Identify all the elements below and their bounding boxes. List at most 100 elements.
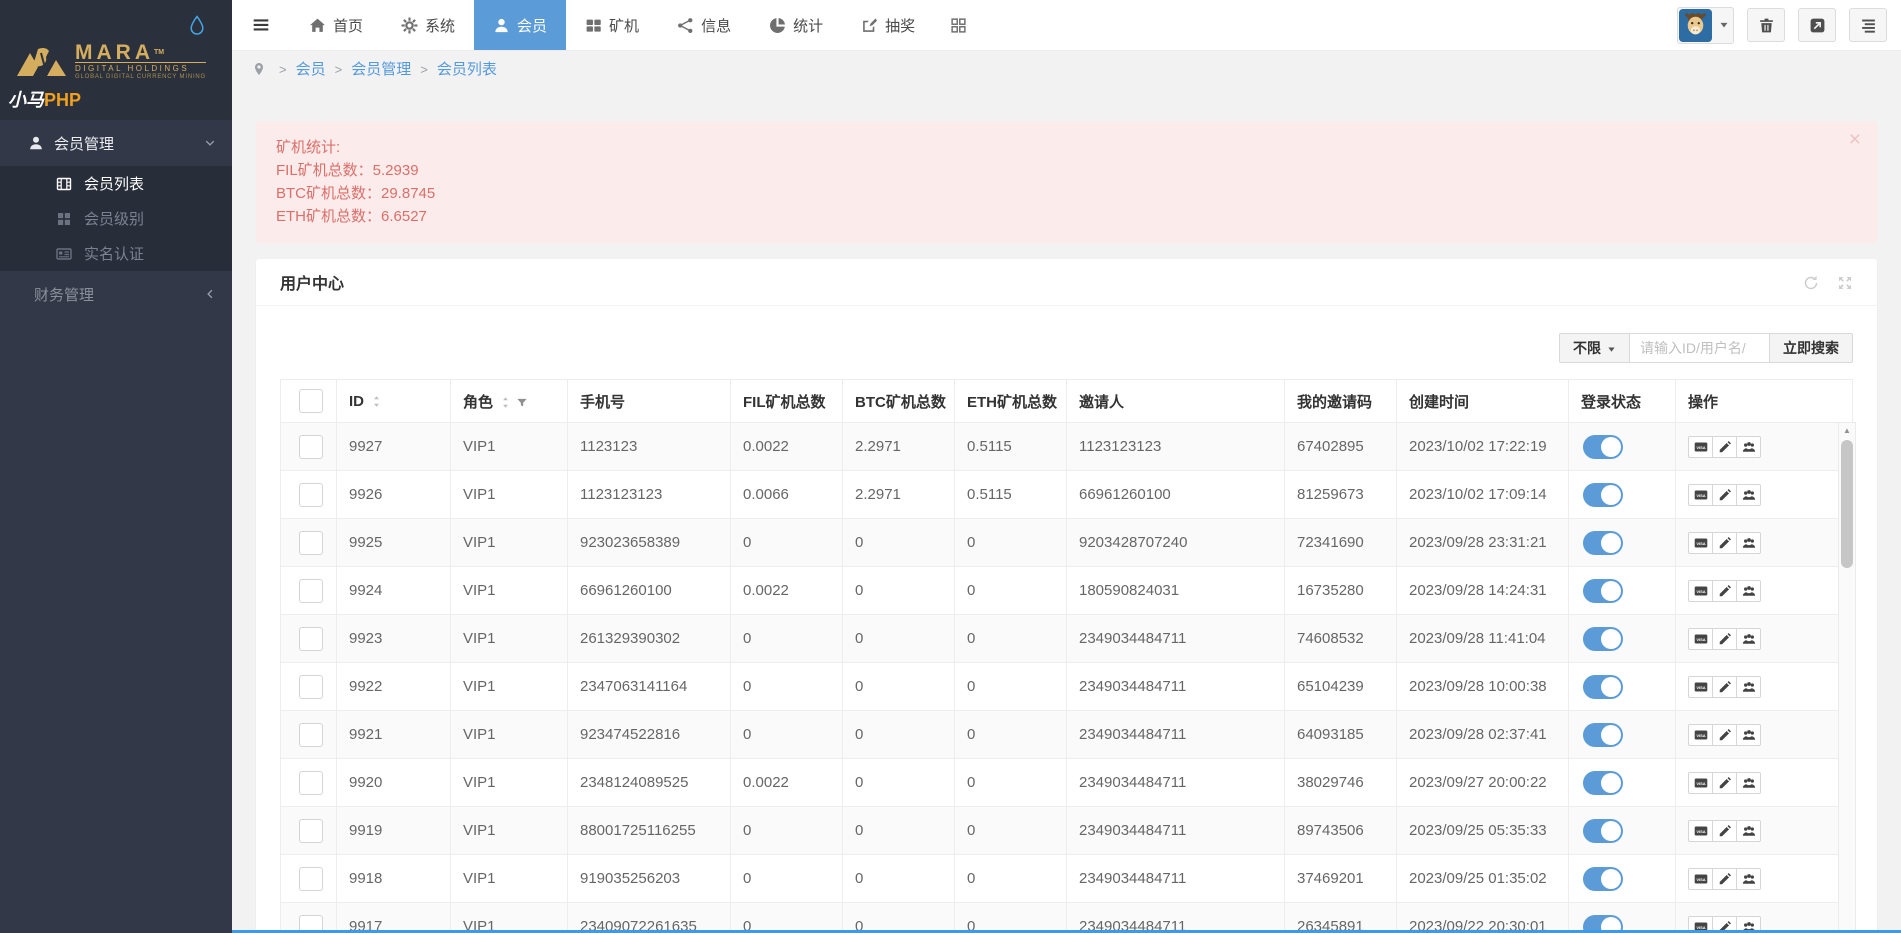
row-checkbox[interactable] <box>299 483 323 507</box>
login-status-toggle[interactable] <box>1583 531 1623 555</box>
team-action-button[interactable] <box>1736 484 1761 506</box>
sidebar-item-finance-management[interactable]: 财务管理 <box>0 271 232 317</box>
edit-action-button[interactable] <box>1712 436 1737 458</box>
grid-icon <box>56 211 72 227</box>
team-action-button[interactable] <box>1736 580 1761 602</box>
team-action-button[interactable] <box>1736 676 1761 698</box>
topbar-item-home[interactable]: 首页 <box>290 0 382 50</box>
export-button[interactable] <box>1798 8 1836 42</box>
cell-inviter: 2349034484711 <box>1067 711 1285 759</box>
fullscreen-icon[interactable] <box>1837 273 1853 290</box>
refresh-icon[interactable] <box>1803 273 1819 290</box>
card-action-button[interactable]: VISA <box>1688 484 1713 506</box>
filter-icon[interactable] <box>516 397 528 409</box>
user-avatar-menu[interactable] <box>1677 7 1734 44</box>
card-action-button[interactable]: VISA <box>1688 772 1713 794</box>
edit-action-button[interactable] <box>1712 484 1737 506</box>
sort-icon[interactable] <box>370 395 383 408</box>
breadcrumb-link[interactable]: 会员列表 <box>437 61 497 78</box>
sidebar-item-member-list[interactable]: 会员列表 <box>0 166 232 201</box>
team-action-button[interactable] <box>1736 724 1761 746</box>
row-checkbox[interactable] <box>299 531 323 555</box>
card-action-button[interactable]: VISA <box>1688 532 1713 554</box>
vertical-scrollbar[interactable]: ▲ <box>1838 422 1856 933</box>
row-checkbox[interactable] <box>299 723 323 747</box>
topbar-item-apps[interactable] <box>934 0 983 50</box>
edit-action-button[interactable] <box>1712 724 1737 746</box>
filter-dropdown[interactable]: 不限 <box>1559 333 1630 363</box>
card-action-button[interactable]: VISA <box>1688 580 1713 602</box>
row-checkbox[interactable] <box>299 771 323 795</box>
login-status-toggle[interactable] <box>1583 723 1623 747</box>
card-action-button[interactable]: VISA <box>1688 820 1713 842</box>
edit-action-button[interactable] <box>1712 772 1737 794</box>
team-action-button[interactable] <box>1736 532 1761 554</box>
team-action-button[interactable] <box>1736 772 1761 794</box>
team-action-button[interactable] <box>1736 868 1761 890</box>
list-button[interactable] <box>1849 8 1887 42</box>
row-checkbox[interactable] <box>299 867 323 891</box>
login-status-toggle[interactable] <box>1583 771 1623 795</box>
card-action-button[interactable]: VISA <box>1688 676 1713 698</box>
cell-fil: 0 <box>731 855 843 903</box>
edit-action-button[interactable] <box>1712 868 1737 890</box>
scroll-up-arrow[interactable]: ▲ <box>1839 423 1855 438</box>
row-checkbox[interactable] <box>299 435 323 459</box>
breadcrumb-link[interactable]: 会员 <box>296 61 326 78</box>
edit-action-button[interactable] <box>1712 628 1737 650</box>
row-checkbox[interactable] <box>299 819 323 843</box>
table-header-row: ID角色手机号FIL矿机总数BTC矿机总数ETH矿机总数邀请人我的邀请码创建时间… <box>281 380 1853 423</box>
scrollbar-thumb[interactable] <box>1841 440 1853 568</box>
row-checkbox[interactable] <box>299 675 323 699</box>
topbar-item-miner[interactable]: 矿机 <box>566 0 658 50</box>
row-checkbox[interactable] <box>299 627 323 651</box>
card-action-button[interactable]: VISA <box>1688 724 1713 746</box>
select-all-checkbox[interactable] <box>299 389 323 413</box>
cell-fil: 0.0022 <box>731 759 843 807</box>
topbar-item-write[interactable]: 抽奖 <box>842 0 934 50</box>
login-status-toggle[interactable] <box>1583 819 1623 843</box>
sidebar-item-member-level[interactable]: 会员级别 <box>0 201 232 236</box>
team-action-button[interactable] <box>1736 628 1761 650</box>
topbar-item-member[interactable]: 会员 <box>474 0 566 50</box>
card-action-button[interactable]: VISA <box>1688 436 1713 458</box>
miner-stats-alert: 矿机统计:FIL矿机总数：5.2939BTC矿机总数：29.8745ETH矿机总… <box>256 121 1877 243</box>
cell-status <box>1569 855 1676 903</box>
sort-icon[interactable] <box>499 396 512 409</box>
cell-role: VIP1 <box>451 807 568 855</box>
login-status-toggle[interactable] <box>1583 627 1623 651</box>
search-button[interactable]: 立即搜索 <box>1770 333 1853 363</box>
cell-inviter: 66961260100 <box>1067 471 1285 519</box>
trash-button[interactable] <box>1747 8 1785 42</box>
team-action-button[interactable] <box>1736 820 1761 842</box>
topbar-item-pie[interactable]: 统计 <box>750 0 842 50</box>
login-status-toggle[interactable] <box>1583 435 1623 459</box>
hamburger-menu-icon[interactable] <box>232 0 290 50</box>
row-checkbox[interactable] <box>299 579 323 603</box>
card-action-button[interactable]: VISA <box>1688 628 1713 650</box>
team-action-button[interactable] <box>1736 436 1761 458</box>
login-status-toggle[interactable] <box>1583 675 1623 699</box>
edit-action-button[interactable] <box>1712 580 1737 602</box>
cell-phone: 2347063141164 <box>568 663 731 711</box>
topbar-item-share[interactable]: 信息 <box>658 0 750 50</box>
login-status-toggle[interactable] <box>1583 867 1623 891</box>
sidebar-item-real-name-auth[interactable]: 实名认证 <box>0 236 232 271</box>
login-status-toggle[interactable] <box>1583 483 1623 507</box>
cell-inviter: 180590824031 <box>1067 567 1285 615</box>
login-status-toggle[interactable] <box>1583 579 1623 603</box>
cell-created: 2023/09/27 20:00:22 <box>1397 759 1569 807</box>
sidebar-item-member-management[interactable]: 会员管理 <box>0 120 232 166</box>
card-action-button[interactable]: VISA <box>1688 868 1713 890</box>
cell-eth: 0 <box>955 711 1067 759</box>
search-input[interactable] <box>1630 333 1770 363</box>
close-icon[interactable]: × <box>1849 129 1861 150</box>
breadcrumb-link[interactable]: 会员管理 <box>351 61 411 78</box>
col-id[interactable]: ID <box>337 380 451 423</box>
edit-action-button[interactable] <box>1712 676 1737 698</box>
edit-action-button[interactable] <box>1712 820 1737 842</box>
edit-action-button[interactable] <box>1712 532 1737 554</box>
topbar-item-gear[interactable]: 系统 <box>382 0 474 50</box>
col-role[interactable]: 角色 <box>451 380 568 423</box>
col-checkbox[interactable] <box>281 380 337 423</box>
